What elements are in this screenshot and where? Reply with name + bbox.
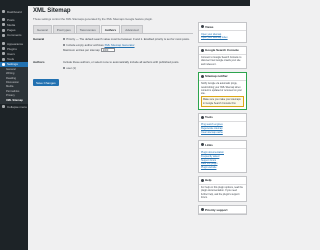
admin-sidebar: Dashboard Posts Media Pages Comments App… xyxy=(0,6,28,250)
plug-icon xyxy=(2,47,5,51)
settings-form: General Priority — The default search va… xyxy=(33,37,193,87)
page-icon xyxy=(2,28,5,32)
search-console-text: Connect to Google Search Console to disc… xyxy=(201,56,242,66)
eye-icon xyxy=(201,25,204,28)
tab-taxonomies[interactable]: Taxonomies xyxy=(75,25,100,33)
page-title: XML Sitemap xyxy=(33,8,71,14)
right-sidebar: Views Open your sitemap Open your sitema… xyxy=(198,22,247,218)
collapse-icon xyxy=(2,105,5,109)
bell-icon xyxy=(201,74,204,78)
settings-submenu: General Writing Reading Discussion Media… xyxy=(0,66,28,104)
brush-icon xyxy=(2,42,5,46)
help-box: Help For help on this plugin options, re… xyxy=(198,175,247,203)
authors-label: Authors xyxy=(33,60,45,65)
tools-box: Tools Ping search engines Regenerate sit… xyxy=(198,112,247,138)
users-icon xyxy=(2,52,5,56)
page-description: These settings control the XML Sitemaps … xyxy=(33,17,153,21)
submenu-xml-sitemap[interactable]: XML Sitemap xyxy=(0,99,28,103)
wrench-icon xyxy=(2,57,5,61)
authors-description: Include these authors, or select none to… xyxy=(63,60,180,65)
general-row: General Priority — The default search va… xyxy=(33,37,193,54)
tab-bar: General Post types Taxonomies Authors Ad… xyxy=(33,25,193,34)
regenerate-link[interactable]: Regenerate sitemap xyxy=(201,127,244,130)
views-box: Views Open your sitemap Open your sitema… xyxy=(198,22,247,43)
website-link[interactable]: Plugin website xyxy=(201,166,244,169)
main-content: XML Sitemap These settings control the X… xyxy=(33,8,193,87)
settings-icon xyxy=(2,62,5,66)
tab-general[interactable]: General xyxy=(33,25,52,33)
sitemap-notifier-box: Sitemap notifier Notify Google via autom… xyxy=(198,71,247,110)
tab-authors[interactable]: Authors xyxy=(100,25,121,33)
authors-row: Authors Include these authors, or select… xyxy=(33,60,193,71)
priority-support-box: Priority support xyxy=(198,205,247,216)
rate-link[interactable]: Rate this plugin xyxy=(201,162,244,165)
google-icon xyxy=(201,48,204,52)
notifier-text: Notify Google via automatic pings, resub… xyxy=(201,82,242,96)
dashboard-icon xyxy=(2,10,5,14)
clear-cache-link[interactable]: Clear sitemap cache xyxy=(201,131,244,134)
author-name: user (1) xyxy=(66,65,77,70)
support-link[interactable]: Support forum xyxy=(201,159,244,162)
priority-text: Priority — The default search value must… xyxy=(66,37,190,41)
generator-link[interactable]: XML Sitemap Generator xyxy=(104,43,134,47)
tab-post-types[interactable]: Post types xyxy=(52,25,75,33)
links-box: Links Plugin documentation Frequently as… xyxy=(198,140,247,173)
save-button[interactable]: Save Changes xyxy=(33,79,59,87)
collapse-menu[interactable]: Collapse menu xyxy=(0,104,28,109)
admin-bar xyxy=(0,0,250,6)
media-icon xyxy=(2,23,5,27)
help-text: For help on this plugin options, read th… xyxy=(201,186,243,199)
pin-icon xyxy=(2,18,5,22)
open-sitemap-index-link[interactable]: Open your sitemap index xyxy=(201,36,244,39)
max-entries-label: Maximum entries per sitemap xyxy=(63,48,100,53)
notifier-notice: Make sure you make your sitemaps in Goog… xyxy=(201,96,244,107)
faq-link[interactable]: Frequently asked xyxy=(201,155,244,158)
max-entries-input[interactable]: 2000 xyxy=(100,48,115,53)
link-icon xyxy=(201,143,204,147)
ping-link[interactable]: Ping search engines xyxy=(201,123,244,126)
open-sitemap-link[interactable]: Open your sitemap xyxy=(201,33,244,36)
docs-link[interactable]: Plugin documentation xyxy=(201,151,244,154)
comment-icon xyxy=(2,33,5,37)
wrench-icon xyxy=(201,115,204,119)
help-icon xyxy=(201,178,204,182)
include-empty-text: Include empty author archives xyxy=(66,42,104,47)
tab-advanced[interactable]: Advanced xyxy=(121,25,143,33)
general-label: General xyxy=(33,37,45,41)
star-icon xyxy=(201,208,204,212)
search-console-box: Google Search Console Connect to Google … xyxy=(198,45,247,69)
